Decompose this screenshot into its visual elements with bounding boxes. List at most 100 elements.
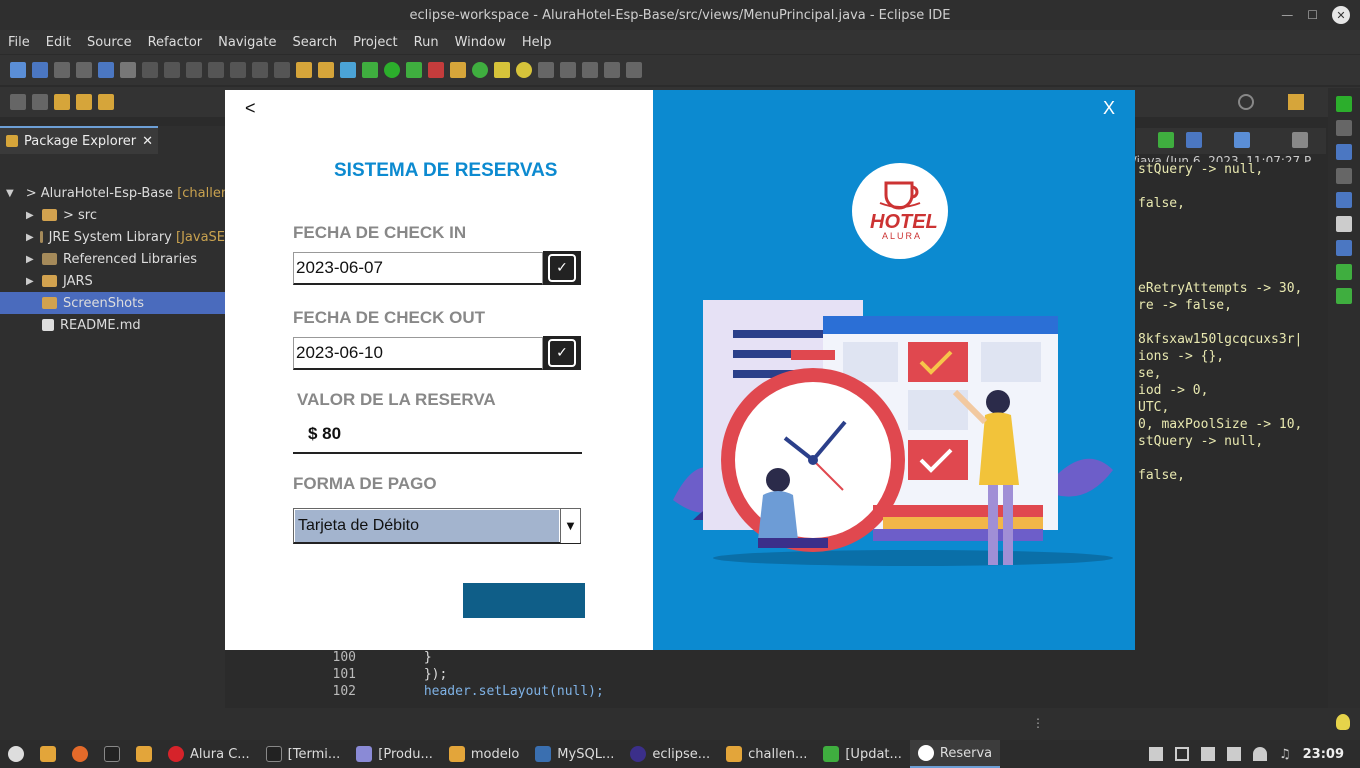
tree-item-screenshots[interactable]: ScreenShots — [0, 292, 225, 314]
collapse-icon[interactable]: ▶ — [26, 276, 36, 287]
coverage-icon[interactable] — [406, 62, 422, 78]
drag-handle-icon[interactable]: ⋮ — [1032, 716, 1044, 730]
external-tools-icon[interactable] — [428, 62, 444, 78]
git-icon[interactable] — [1336, 96, 1352, 112]
next-annotation-icon[interactable] — [76, 94, 92, 110]
task-reserva[interactable]: Reserva — [909, 740, 1001, 768]
tree-item-jars[interactable]: ▶ JARS — [0, 270, 225, 292]
step-return-icon[interactable] — [274, 62, 290, 78]
progress-icon[interactable] — [1336, 264, 1352, 280]
word-wrap-icon[interactable] — [582, 62, 598, 78]
task-modelo[interactable]: modelo — [441, 740, 527, 768]
collapse-icon[interactable]: ▶ — [26, 254, 36, 265]
new-console-icon[interactable] — [1234, 132, 1250, 148]
task-opera[interactable]: Alura C... — [160, 740, 258, 768]
disconnect-icon[interactable] — [208, 62, 224, 78]
new-package-icon[interactable] — [32, 62, 48, 78]
new-icon[interactable] — [10, 62, 26, 78]
annotation-icon[interactable] — [538, 62, 554, 78]
expand-icon[interactable]: ▼ — [6, 188, 14, 199]
menu-edit[interactable]: Edit — [38, 35, 79, 50]
menu-window[interactable]: Window — [447, 35, 514, 50]
prev-annotation-icon[interactable] — [54, 94, 70, 110]
run-icon[interactable] — [384, 62, 400, 78]
menu-help[interactable]: Help — [514, 35, 560, 50]
back-icon[interactable] — [98, 94, 114, 110]
task-terminal[interactable]: [Termi... — [258, 740, 349, 768]
menu-refactor[interactable]: Refactor — [140, 35, 211, 50]
terminate-icon[interactable] — [186, 62, 202, 78]
javadoc-icon[interactable] — [1336, 216, 1352, 232]
hierarchy-icon[interactable] — [1336, 144, 1352, 160]
task-icon[interactable] — [318, 62, 334, 78]
network-tray-icon[interactable] — [1174, 747, 1189, 761]
maximize-icon[interactable]: ☐ — [1307, 8, 1318, 22]
menu-run[interactable]: Run — [406, 35, 447, 50]
task-eclipse[interactable]: eclipse... — [622, 740, 718, 768]
launcher-folder[interactable] — [128, 740, 160, 768]
minimize-view-icon[interactable] — [1292, 132, 1308, 148]
task-produ[interactable]: [Produ... — [348, 740, 441, 768]
launcher-files[interactable] — [32, 740, 64, 768]
collapse-icon[interactable]: ▶ — [26, 232, 34, 243]
edit-icon[interactable] — [10, 94, 26, 110]
debug-icon[interactable] — [362, 62, 378, 78]
pin-icon[interactable] — [1158, 132, 1174, 148]
block-selection-icon[interactable] — [604, 62, 620, 78]
print-icon[interactable] — [32, 94, 48, 110]
skip-breakpoints-icon[interactable] — [120, 62, 136, 78]
wifi-tray-icon[interactable] — [1252, 747, 1267, 761]
menu-file[interactable]: File — [0, 35, 38, 50]
tree-item-referenced-libraries[interactable]: ▶ Referenced Libraries — [0, 248, 225, 270]
terminal-icon[interactable] — [98, 62, 114, 78]
step-over-icon[interactable] — [252, 62, 268, 78]
close-dialog-button[interactable]: X — [1103, 98, 1115, 119]
checkin-calendar-button[interactable]: ✓ — [543, 251, 581, 285]
at-icon[interactable] — [1336, 192, 1352, 208]
checkout-calendar-button[interactable]: ✓ — [543, 336, 581, 370]
collapse-icon[interactable]: ▶ — [26, 210, 36, 221]
search-icon[interactable] — [516, 62, 532, 78]
checkout-date-field[interactable]: 2023-06-10 — [293, 337, 543, 370]
shield-tray-icon[interactable] — [1148, 747, 1163, 761]
open-perspective-icon[interactable] — [1288, 94, 1304, 110]
step-into-icon[interactable] — [230, 62, 246, 78]
clock[interactable]: 23:09 — [1303, 747, 1344, 762]
open-folder-icon[interactable] — [494, 62, 510, 78]
task-challenge[interactable]: challen... — [718, 740, 815, 768]
suspend-icon[interactable] — [164, 62, 180, 78]
run-config-icon[interactable] — [340, 62, 356, 78]
tab-package-explorer[interactable]: Package Explorer ✕ — [0, 126, 158, 154]
bug-icon[interactable] — [1336, 288, 1352, 304]
tip-lightbulb-icon[interactable] — [1336, 714, 1350, 730]
payment-method-select[interactable]: Tarjeta de Débito ▼ — [293, 508, 581, 544]
battery-tray-icon[interactable] — [1226, 747, 1241, 761]
minimize-icon[interactable]: — — [1281, 8, 1293, 22]
restore2-icon[interactable] — [1336, 168, 1352, 184]
console-icon[interactable] — [1336, 240, 1352, 256]
save-icon[interactable] — [54, 62, 70, 78]
restore-icon[interactable] — [1336, 120, 1352, 136]
open-type-icon[interactable] — [296, 62, 312, 78]
reserve-button[interactable] — [463, 583, 585, 618]
music-note-icon[interactable]: ♫ — [1279, 747, 1291, 762]
menu-navigate[interactable]: Navigate — [210, 35, 284, 50]
menu-source[interactable]: Source — [79, 35, 140, 50]
save-all-icon[interactable] — [76, 62, 92, 78]
close-tab-icon[interactable]: ✕ — [142, 134, 153, 149]
code-editor[interactable]: 100 } 101 }); 102 header.setLayout(null)… — [316, 650, 1326, 708]
back-button[interactable]: < — [245, 98, 256, 119]
close-window-icon[interactable]: ✕ — [1332, 6, 1350, 24]
menu-search[interactable]: Search — [284, 35, 345, 50]
new-class-icon[interactable] — [472, 62, 488, 78]
whitespace-icon[interactable] — [626, 62, 642, 78]
task-update[interactable]: [Updat... — [815, 740, 910, 768]
chevron-down-icon[interactable]: ▼ — [560, 509, 580, 543]
start-menu-button[interactable] — [0, 740, 32, 768]
resume-icon[interactable] — [142, 62, 158, 78]
tree-item-jre[interactable]: ▶ JRE System Library [JavaSE — [0, 226, 225, 248]
launcher-terminal[interactable] — [96, 740, 128, 768]
tree-item-readme[interactable]: README.md — [0, 314, 225, 336]
quick-access-search-icon[interactable] — [1238, 94, 1254, 110]
launcher-firefox[interactable] — [64, 740, 96, 768]
